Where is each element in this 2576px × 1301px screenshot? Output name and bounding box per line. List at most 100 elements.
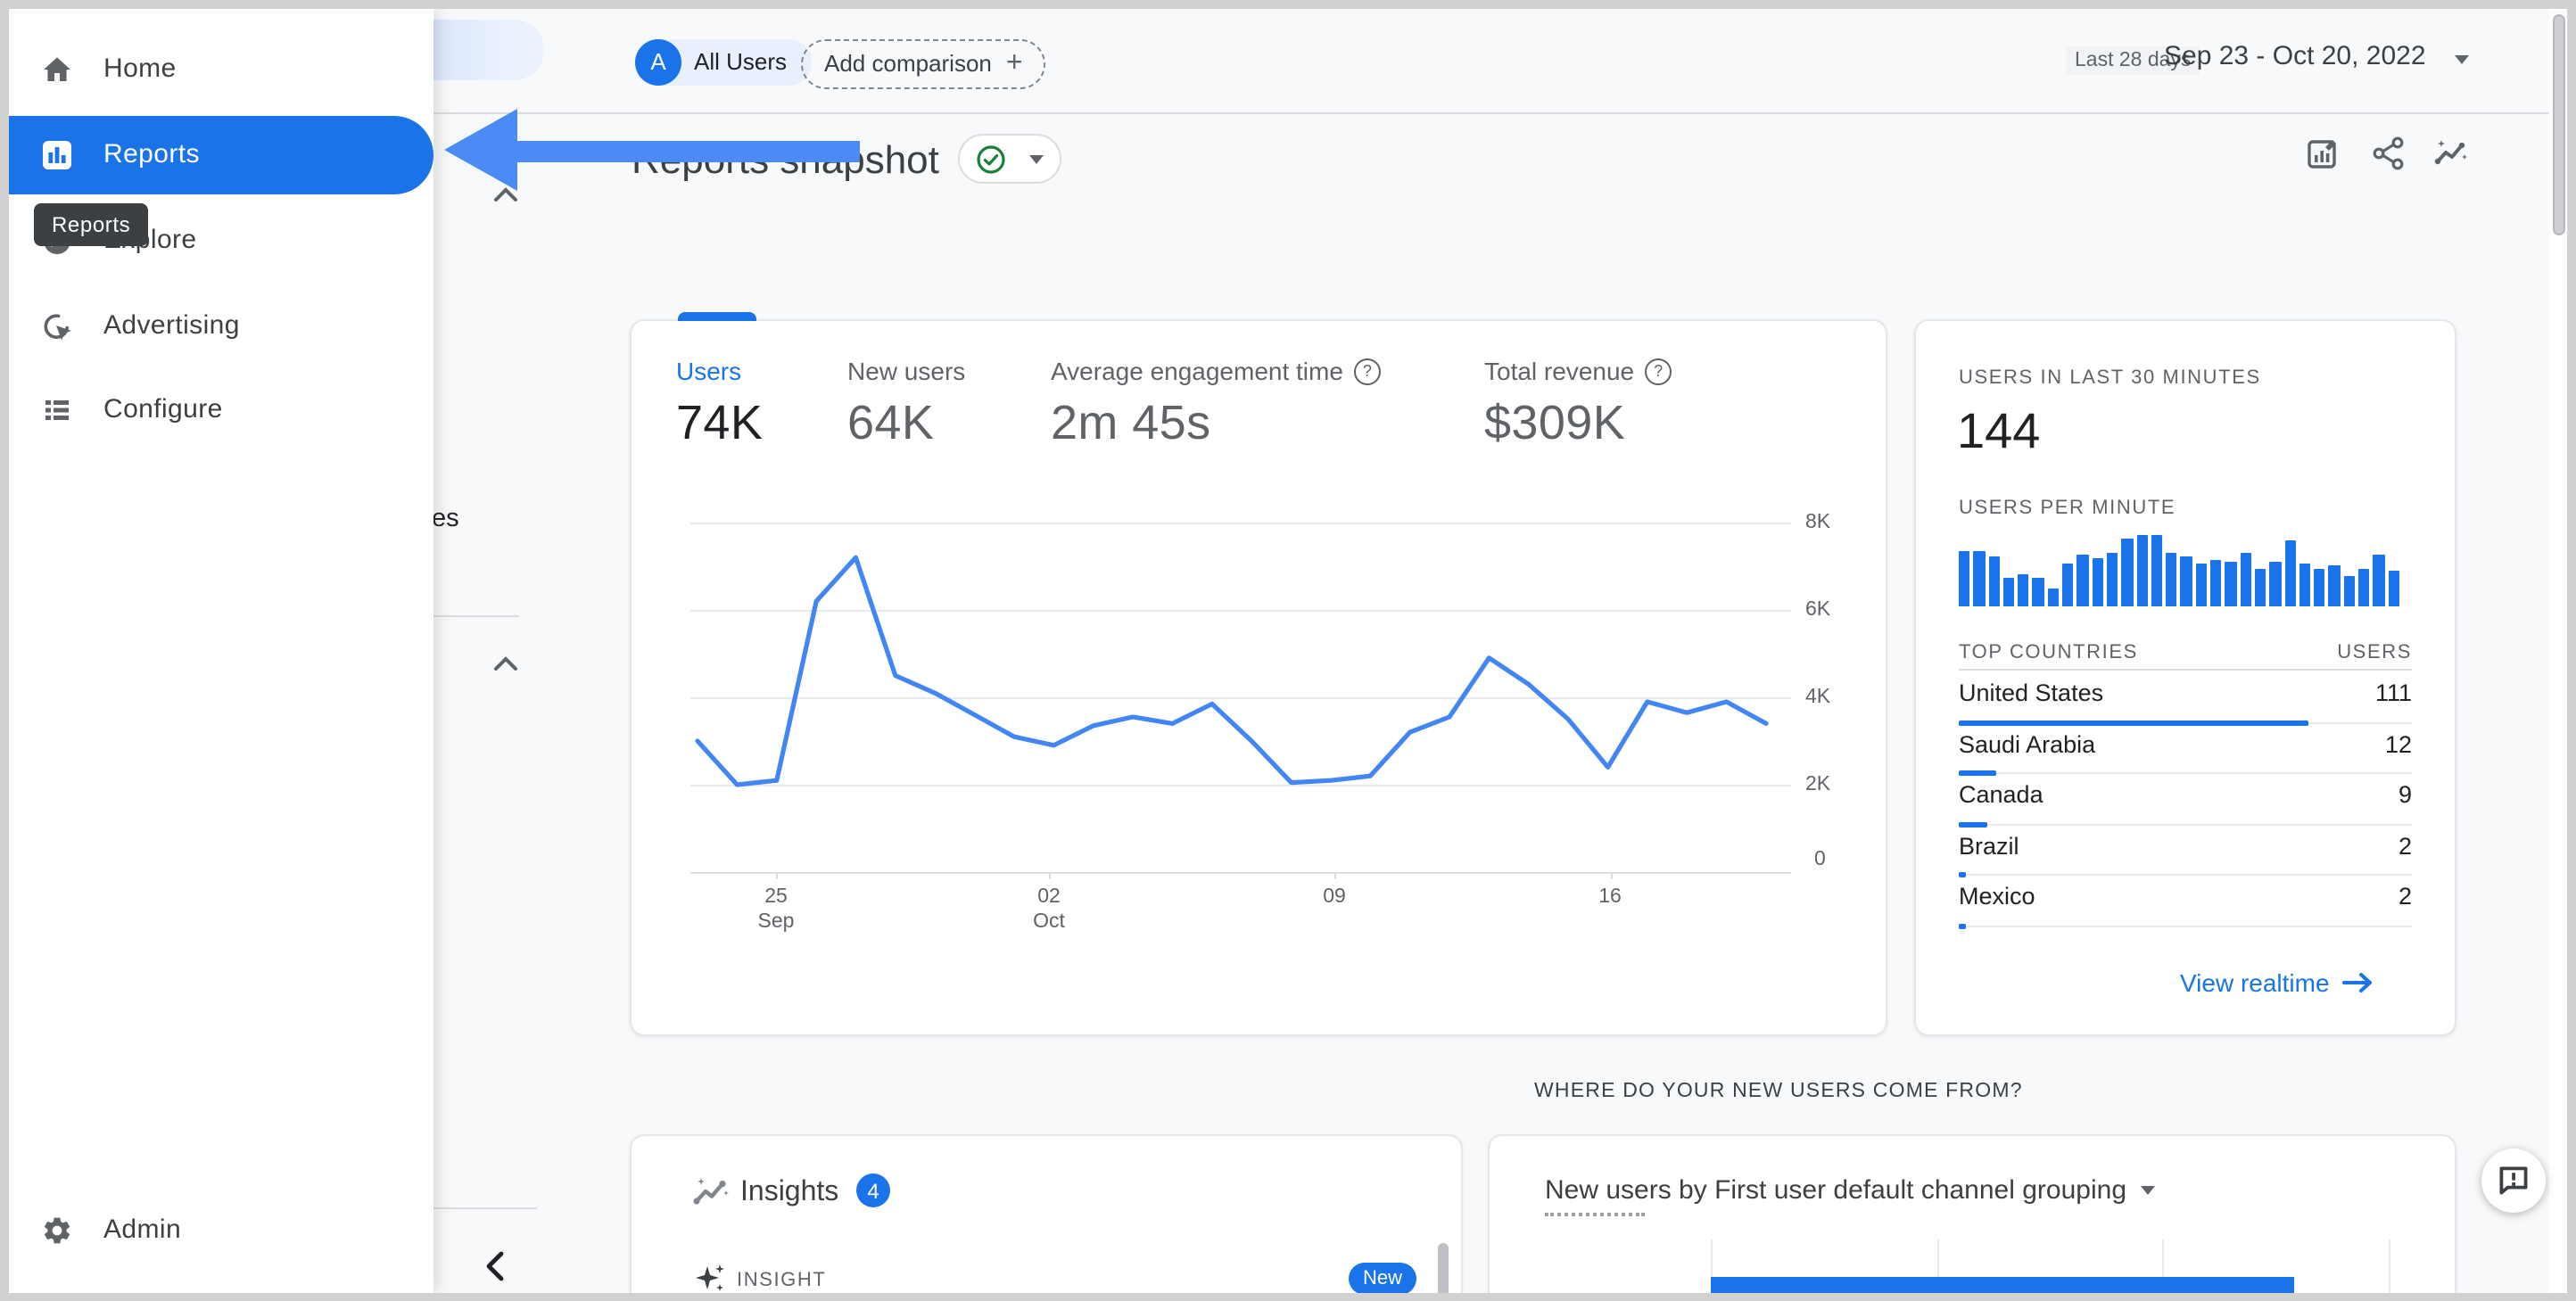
per-minute-bar [2195,564,2208,606]
country-row: Canada 9 [1959,772,2412,827]
arrow-right-icon [2341,973,2372,992]
insights-title[interactable]: Insights [740,1177,838,1209]
dimension-dotted-underline [1545,1213,1645,1216]
report-customization-status-button[interactable] [958,134,1061,184]
y-tick-label: 4K [1805,686,1831,707]
customize-report-icon[interactable] [2305,136,2341,171]
per-minute-bar [2314,568,2325,606]
segment-avatar: A [635,38,681,85]
metric-tab-avg-engagement-time[interactable]: Average engagement time? 2m 45s [1051,357,1381,451]
per-minute-bar [2358,569,2370,606]
sidebar-item-label: Configure [103,394,223,424]
reports-icon [43,141,71,169]
insights-sparkline-icon[interactable] [2433,136,2469,171]
country-row: Mexico 2 [1959,874,2412,928]
page-scrollbar-thumb[interactable] [2553,14,2564,235]
sidebar-item-advertising[interactable]: Advertising [9,286,433,365]
country-users-value: 2 [2398,832,2412,859]
per-minute-bar [2328,564,2341,606]
country-row: Brazil 2 [1959,823,2412,877]
y-tick-label: 6K [1805,598,1831,620]
realtime-title: USERS IN LAST 30 MINUTES [1959,367,2261,389]
insights-card-scrollbar[interactable] [1438,1243,1449,1292]
sidebar-item-configure[interactable]: Configure [9,371,433,449]
per-minute-bar [2269,562,2282,606]
per-minute-bar [2240,552,2251,606]
x-tick-mark [1334,872,1336,879]
metric-label: Average engagement time [1051,357,1343,385]
metric-value: 74K [676,396,764,449]
per-minute-bar [2136,535,2148,606]
feedback-button[interactable] [2481,1149,2546,1213]
users-line-chart [695,555,1769,787]
add-comparison-label: Add comparison [824,50,992,77]
navigation-drawer: Home Reports Explore Advertising Configu… [9,9,433,1292]
annotation-arrow-shaft [516,141,860,161]
home-icon [44,57,70,81]
help-icon[interactable]: ? [1353,358,1381,384]
help-icon[interactable]: ? [1645,358,1672,384]
sidebar-item-home[interactable]: Home [9,30,433,109]
dimension-dropdown[interactable]: New users by First user default channel … [1545,1175,2156,1206]
users-column-header: USERS [2337,642,2412,663]
share-icon[interactable] [2371,136,2407,171]
insight-sparkle-icon [696,1264,724,1291]
segment-chip-all-users[interactable]: A All Users [635,38,813,85]
per-minute-bar [2284,540,2296,606]
view-realtime-label: View realtime [2180,968,2330,997]
truncated-nav-label: es [432,505,459,533]
dimension-dropdown-label: New users by First user default channel … [1545,1175,2127,1206]
search-bar-peek[interactable] [432,20,544,80]
add-comparison-button[interactable]: Add comparison + [801,38,1046,88]
metric-value: $309K [1484,396,1626,449]
country-name: Mexico [1959,883,2035,910]
check-circle-icon [977,144,1005,173]
view-realtime-link[interactable]: View realtime [2180,968,2374,997]
reports-tooltip: Reports [34,203,149,246]
country-users-value: 2 [2398,883,2412,910]
metric-tab-total-revenue[interactable]: Total revenue? $309K [1484,357,1672,451]
y-tick-label: 0 [1814,849,1826,870]
realtime-users-value: 144 [1957,403,2041,458]
collapse-section-chevron-up-icon[interactable] [492,655,519,672]
per-minute-bar [2018,574,2029,606]
insight-list-item[interactable]: INSIGHT [630,1248,1463,1292]
sidebar-item-label: Advertising [103,309,240,340]
per-minute-bar [2032,578,2044,606]
date-range-selector[interactable]: Sep 23 - Oct 20, 2022 [2164,41,2426,71]
metric-tab-users[interactable]: Users 74K [676,357,763,451]
country-users-value: 9 [2398,781,2412,808]
insight-item-label: INSIGHT [737,1270,827,1291]
per-minute-bar [2121,539,2134,606]
x-tick-mark [1610,872,1612,879]
country-row: United States 111 [1959,671,2412,725]
per-minute-bar [2062,564,2074,606]
metric-value: 64K [847,396,935,449]
status-caret-icon [1029,154,1044,163]
sidebar-item-reports[interactable]: Reports [9,116,433,194]
per-minute-bar [1959,550,1970,606]
insights-icon [693,1178,729,1205]
ga4-window: es A All Users Add comparison + Last 28 … [0,0,2576,1301]
channel-bar [1711,1277,2294,1292]
annotation-arrow-head [444,109,517,191]
plus-icon: + [1005,47,1023,78]
x-axis-line [690,872,1791,874]
metric-label: Users [676,357,742,385]
sidebar-item-admin[interactable]: Admin [9,1191,433,1270]
per-minute-bar [2047,589,2060,606]
metric-label: Total revenue [1484,357,1635,385]
sidebar-item-label: Admin [103,1215,182,1245]
x-tick-label: 09 [1323,886,1346,908]
collapse-sidebar-chevron-icon[interactable] [483,1250,505,1282]
topbar-divider [433,111,2555,113]
country-row: Saudi Arabia 12 [1959,721,2412,776]
per-minute-bar [2254,568,2266,606]
per-minute-bar [1988,556,2000,606]
sidebar-item-label: Home [103,54,177,84]
metric-label: New users [847,357,966,385]
feedback-bubble-icon [2499,1166,2528,1195]
metric-tab-new-users[interactable]: New users 64K [847,357,965,451]
country-name: Saudi Arabia [1959,730,2096,757]
country-name: Brazil [1959,832,2019,859]
